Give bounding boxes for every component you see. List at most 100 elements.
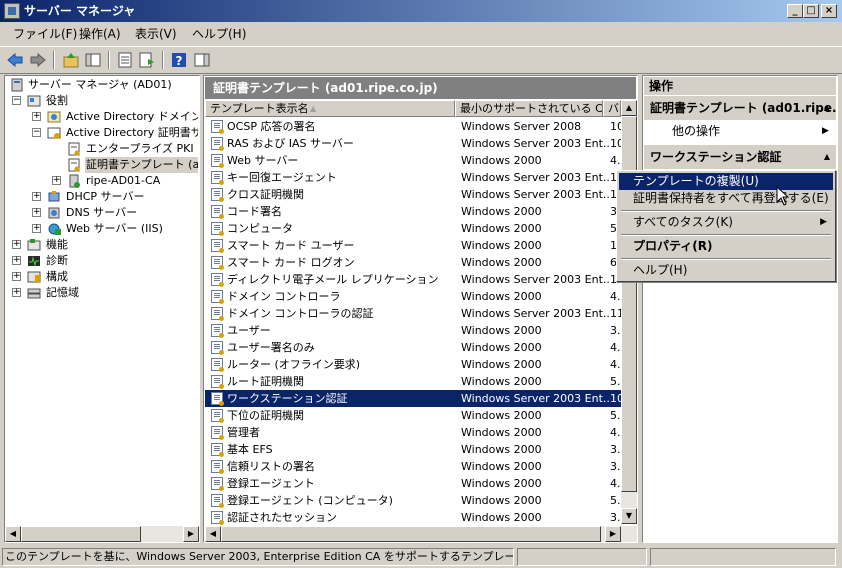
scroll-left-button[interactable]: ◀ bbox=[205, 526, 221, 542]
table-row[interactable]: ディレクトリ電子メール レプリケーション Windows Server 2003 … bbox=[205, 271, 622, 288]
table-row[interactable]: RAS および IAS サーバー Windows Server 2003 Ent.… bbox=[205, 135, 622, 152]
expand-icon[interactable]: + bbox=[32, 192, 41, 201]
export-list-icon[interactable] bbox=[138, 51, 156, 69]
tree-item-enterprise-pki[interactable]: エンタープライズ PKI bbox=[8, 141, 198, 157]
menu-all-tasks[interactable]: すべてのタスク(K) ▶ bbox=[619, 214, 833, 231]
table-row[interactable]: 認証されたセッションWindows 20003.1 bbox=[205, 509, 622, 526]
collapse-icon[interactable]: − bbox=[12, 96, 21, 105]
show-hide-tree-icon[interactable] bbox=[84, 51, 102, 69]
tree-item-roles[interactable]: − 役割 bbox=[8, 93, 198, 109]
tree-item-configuration[interactable]: + 構成 bbox=[8, 269, 198, 285]
min-supported-ca-cell: Windows 2000 bbox=[461, 239, 542, 252]
table-row[interactable]: ルーター (オフライン要求)Windows 20004.1 bbox=[205, 356, 622, 373]
certificate-template-icon bbox=[211, 426, 224, 440]
menu-action[interactable]: 操作(A) bbox=[79, 27, 121, 41]
table-row[interactable]: Web サーバーWindows 20004.1 bbox=[205, 152, 622, 169]
table-row[interactable]: 登録エージェント (コンピュータ)Windows 20005.1 bbox=[205, 492, 622, 509]
tree-horizontal-scrollbar[interactable]: ◀ ▶ bbox=[5, 526, 199, 542]
table-row[interactable]: ドメイン コントローラの認証 Windows Server 2003 Ent...… bbox=[205, 305, 622, 322]
menu-help[interactable]: ヘルプ(H) bbox=[192, 27, 246, 41]
menu-view[interactable]: 表示(V) bbox=[135, 27, 177, 41]
tree-item-ad-domain[interactable]: + Active Directory ドメイン サ bbox=[8, 109, 198, 125]
show-hide-action-pane-icon[interactable] bbox=[193, 51, 211, 69]
column-min-supported-ca[interactable]: 最小のサポートされている C... bbox=[455, 100, 603, 117]
tree-item-ca[interactable]: + ripe-AD01-CA bbox=[8, 173, 198, 189]
table-row[interactable]: OCSP 応答の署名 Windows Server 2008 10 bbox=[205, 118, 622, 135]
collapse-icon[interactable]: − bbox=[32, 128, 41, 137]
status-bar: このテンプレートを基に、Windows Server 2003, Enterpr… bbox=[0, 546, 842, 568]
min-supported-ca-cell: Windows 2000 bbox=[461, 205, 542, 218]
list-vertical-scrollbar[interactable]: ▲ ▼ bbox=[621, 100, 637, 524]
table-row[interactable]: ルート証明機関Windows 20005.1 bbox=[205, 373, 622, 390]
maximize-button[interactable]: □ bbox=[803, 4, 819, 18]
table-row[interactable]: 登録エージェントWindows 20004.1 bbox=[205, 475, 622, 492]
table-row[interactable]: 信頼リストの署名Windows 20003.1 bbox=[205, 458, 622, 475]
scroll-left-button[interactable]: ◀ bbox=[5, 526, 21, 542]
table-row[interactable]: コンピュータWindows 20005.1 bbox=[205, 220, 622, 237]
menu-help[interactable]: ヘルプ(H) bbox=[619, 262, 833, 279]
expand-icon[interactable]: + bbox=[12, 272, 21, 281]
scroll-thumb[interactable] bbox=[221, 526, 601, 542]
tree-item-root[interactable]: サーバー マネージャ (AD01) bbox=[8, 77, 198, 93]
list-horizontal-scrollbar[interactable]: ◀ ▶ bbox=[205, 526, 637, 542]
scroll-down-button[interactable]: ▼ bbox=[621, 508, 637, 524]
table-row[interactable]: 下位の証明機関Windows 20005.1 bbox=[205, 407, 622, 424]
menu-properties[interactable]: プロパティ(R) bbox=[619, 238, 833, 255]
back-icon[interactable] bbox=[6, 51, 24, 69]
collapse-up-icon[interactable]: ▲ bbox=[824, 96, 830, 120]
table-row[interactable]: キー回復エージェントWindows Server 2003 Ent...10 bbox=[205, 169, 622, 186]
expand-icon[interactable]: + bbox=[12, 240, 21, 249]
action-other-actions[interactable]: 他の操作 bbox=[672, 123, 720, 139]
table-row[interactable]: クロス証明機関Windows Server 2003 Ent...10 bbox=[205, 186, 622, 203]
table-row[interactable]: ドメイン コントローラWindows 20004.1 bbox=[205, 288, 622, 305]
table-row[interactable]: スマート カード ユーザーWindows 200011 bbox=[205, 237, 622, 254]
scroll-thumb[interactable] bbox=[21, 526, 141, 542]
menu-file[interactable]: ファイル(F) bbox=[13, 27, 77, 41]
expand-icon[interactable]: + bbox=[32, 208, 41, 217]
tree-item-features[interactable]: + 機能 bbox=[8, 237, 198, 253]
up-folder-icon[interactable] bbox=[62, 51, 80, 69]
column-version[interactable]: バ bbox=[603, 100, 621, 117]
tree-item-ad-cert[interactable]: − Active Directory 証明書サ bbox=[8, 125, 198, 141]
certificate-template-icon bbox=[211, 409, 224, 423]
ad-domain-icon bbox=[47, 111, 61, 123]
table-row[interactable]: 管理者Windows 20004.1 bbox=[205, 424, 622, 441]
menu-reenroll-all-holders[interactable]: 証明書保持者をすべて再登録する(E) bbox=[619, 190, 833, 207]
table-row[interactable]: ユーザーWindows 20003.1 bbox=[205, 322, 622, 339]
table-row[interactable]: ワークステーション認証 Windows Server 2003 Ent... 10 bbox=[205, 390, 622, 407]
table-row[interactable]: 基本 EFSWindows 20003.1 bbox=[205, 441, 622, 458]
expand-icon[interactable]: + bbox=[12, 288, 21, 297]
tree-item-cert-templates[interactable]: 証明書テンプレート (ad0 bbox=[8, 157, 198, 173]
tree-item-web[interactable]: + Web サーバー (IIS) bbox=[8, 221, 198, 237]
scroll-up-button[interactable]: ▲ bbox=[621, 100, 637, 116]
actions-section-cert-templates[interactable]: 証明書テンプレート (ad01.ripe... ▲ bbox=[644, 96, 836, 120]
expand-icon[interactable]: + bbox=[52, 176, 61, 185]
tree-item-diagnostics[interactable]: + 診断 bbox=[8, 253, 198, 269]
collapse-up-icon[interactable]: ▲ bbox=[824, 145, 830, 169]
scroll-right-button[interactable]: ▶ bbox=[183, 526, 199, 542]
scroll-right-button[interactable]: ▶ bbox=[605, 526, 621, 542]
close-button[interactable]: × bbox=[821, 4, 837, 18]
menu-duplicate-template[interactable]: テンプレートの複製(U) bbox=[619, 173, 833, 190]
expand-icon[interactable]: + bbox=[12, 256, 21, 265]
tree-item-dhcp[interactable]: + DHCP サーバー bbox=[8, 189, 198, 205]
expand-icon[interactable]: + bbox=[32, 112, 41, 121]
tree-item-dns[interactable]: + DNS サーバー bbox=[8, 205, 198, 221]
column-template-name[interactable]: テンプレート表示名 ▲ bbox=[205, 100, 455, 117]
actions-section-workstation-auth[interactable]: ワークステーション認証 ▲ bbox=[644, 145, 836, 169]
certificate-template-icon bbox=[211, 222, 224, 236]
table-row[interactable]: コード署名Windows 20003.1 bbox=[205, 203, 622, 220]
diagnostics-icon bbox=[28, 256, 40, 267]
template-name-cell: コード署名 bbox=[227, 205, 282, 218]
certificate-template-icon bbox=[211, 120, 224, 134]
properties-icon[interactable] bbox=[116, 51, 134, 69]
expand-icon[interactable]: + bbox=[32, 224, 41, 233]
certificate-template-icon bbox=[211, 324, 224, 338]
table-row[interactable]: スマート カード ログオンWindows 20006.1 bbox=[205, 254, 622, 271]
tree-item-storage[interactable]: + 記憶域 bbox=[8, 285, 198, 301]
help-icon[interactable]: ? bbox=[170, 51, 188, 69]
table-row[interactable]: ユーザー署名のみWindows 20004.1 bbox=[205, 339, 622, 356]
certificate-template-icon bbox=[211, 494, 224, 508]
forward-icon[interactable] bbox=[29, 51, 47, 69]
minimize-button[interactable]: _ bbox=[787, 4, 803, 18]
